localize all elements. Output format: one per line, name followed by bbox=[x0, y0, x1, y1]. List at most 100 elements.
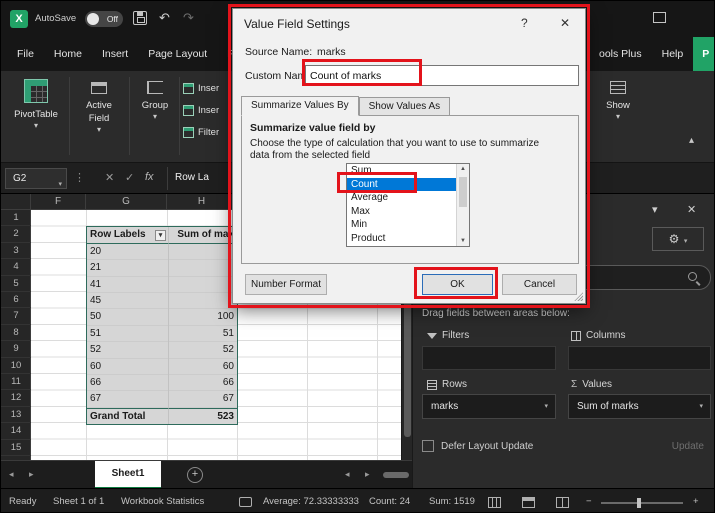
values-field-sum-of-marks[interactable]: Sum of marks ▾ bbox=[568, 394, 711, 419]
pivot-cell-value[interactable]: 51 bbox=[168, 325, 237, 343]
ribbon-tab-green[interactable]: P bbox=[693, 37, 714, 71]
row-header-3[interactable]: 3 bbox=[1, 243, 31, 260]
formula-cancel-icon[interactable]: ✕ bbox=[105, 171, 114, 184]
save-icon[interactable] bbox=[133, 11, 147, 25]
row-header-11[interactable]: 11 bbox=[1, 374, 31, 391]
row-header-1[interactable]: 1 bbox=[1, 210, 31, 227]
scrollbar-thumb[interactable] bbox=[459, 177, 467, 207]
hscroll-left-icon[interactable]: ◂ bbox=[345, 469, 350, 480]
ribbon-collapse-icon[interactable]: ▴ bbox=[689, 135, 694, 146]
pivottable-button[interactable]: PivotTable ▾ bbox=[7, 75, 65, 159]
workbook-statistics-button[interactable]: Workbook Statistics bbox=[121, 496, 204, 507]
ribbon-tab-help[interactable]: Help bbox=[652, 37, 694, 71]
pivot-cell-value[interactable] bbox=[168, 260, 237, 277]
group-button[interactable]: Group ▾ bbox=[133, 75, 177, 159]
pivot-cell-value[interactable]: 60 bbox=[168, 358, 237, 375]
pivot-cell-label[interactable]: 50 bbox=[87, 309, 168, 325]
name-box[interactable]: G2 ▾ bbox=[5, 168, 67, 189]
filters-drop-zone[interactable] bbox=[422, 346, 556, 370]
summarize-option-min[interactable]: Min bbox=[347, 218, 456, 232]
column-header-h[interactable]: H bbox=[167, 194, 237, 210]
row-header-5[interactable]: 5 bbox=[1, 276, 31, 292]
column-header-g[interactable]: G bbox=[86, 194, 167, 210]
pivot-cell-value[interactable]: 66 bbox=[168, 374, 237, 392]
formula-enter-icon[interactable]: ✓ bbox=[125, 171, 134, 184]
pivot-cell-label[interactable]: 52 bbox=[87, 342, 168, 358]
filter-dropdown-icon[interactable]: ▾ bbox=[155, 229, 166, 241]
ribbon-tab-page-layout[interactable]: Page Layout bbox=[138, 37, 217, 71]
ribbon-tab-file[interactable]: File bbox=[7, 37, 44, 71]
tab-summarize-values-by[interactable]: Summarize Values By bbox=[241, 96, 359, 116]
pivot-cell-label[interactable]: 20 bbox=[87, 244, 168, 260]
page-break-view-icon[interactable] bbox=[556, 497, 569, 508]
tools-gear-button[interactable]: ⚙ ▾ bbox=[652, 227, 704, 251]
ribbon-tab-insert[interactable]: Insert bbox=[92, 37, 138, 71]
pivot-total-label[interactable]: Grand Total bbox=[87, 407, 168, 424]
row-header-4[interactable]: 4 bbox=[1, 259, 31, 276]
hscroll-right-icon[interactable]: ▸ bbox=[365, 469, 370, 480]
summarize-option-average[interactable]: Average bbox=[347, 191, 456, 205]
summarize-option-sum[interactable]: Sum bbox=[347, 164, 456, 178]
pivot-cell-label[interactable]: 60 bbox=[87, 359, 168, 375]
summarize-option-product[interactable]: Product bbox=[347, 232, 456, 246]
pivot-cell-label[interactable]: 51 bbox=[87, 326, 168, 342]
update-button[interactable]: Update bbox=[672, 441, 704, 452]
cancel-button[interactable]: Cancel bbox=[502, 274, 577, 295]
pivot-cell-value[interactable]: 67 bbox=[168, 391, 237, 408]
row-header-12[interactable]: 12 bbox=[1, 390, 31, 407]
zoom-in-button[interactable]: + bbox=[693, 496, 699, 507]
sheet-nav-right-icon[interactable]: ▸ bbox=[29, 469, 34, 480]
columns-drop-zone[interactable] bbox=[568, 346, 711, 370]
pivot-cell-value[interactable] bbox=[168, 243, 237, 261]
zoom-slider[interactable] bbox=[601, 498, 683, 508]
resize-grip[interactable] bbox=[574, 292, 583, 301]
scroll-down-icon[interactable]: ▼ bbox=[460, 238, 466, 244]
redo-icon[interactable]: ↷ bbox=[183, 10, 194, 26]
row-header-7[interactable]: 7 bbox=[1, 308, 31, 325]
row-header-10[interactable]: 10 bbox=[1, 358, 31, 374]
zoom-out-button[interactable]: − bbox=[586, 496, 592, 507]
column-header-f[interactable]: F bbox=[31, 194, 86, 210]
ok-button[interactable]: OK bbox=[422, 274, 493, 295]
zoom-slider-thumb[interactable] bbox=[637, 498, 641, 508]
pivot-header-value-cell[interactable]: Sum of mak bbox=[168, 227, 237, 244]
window-restore-icon[interactable] bbox=[653, 12, 666, 23]
sheet-nav-left-icon[interactable]: ◂ bbox=[9, 469, 14, 480]
pane-options-chevron-icon[interactable]: ▾ bbox=[652, 203, 658, 216]
sheet-tab-sheet1[interactable]: Sheet1 bbox=[95, 461, 161, 489]
pivot-cell-value[interactable] bbox=[168, 292, 237, 310]
row-header-9[interactable]: 9 bbox=[1, 341, 31, 358]
defer-layout-checkbox[interactable] bbox=[422, 440, 434, 452]
normal-view-icon[interactable] bbox=[488, 497, 501, 508]
tab-show-values-as[interactable]: Show Values As bbox=[358, 97, 451, 116]
horizontal-scrollbar[interactable] bbox=[383, 472, 409, 478]
row-header-15[interactable]: 15 bbox=[1, 440, 31, 456]
new-sheet-button[interactable]: + bbox=[187, 467, 203, 483]
scroll-up-icon[interactable]: ▲ bbox=[460, 166, 466, 172]
rows-field-marks[interactable]: marks ▾ bbox=[422, 394, 556, 419]
pane-close-icon[interactable]: ✕ bbox=[687, 203, 696, 216]
select-all-corner[interactable] bbox=[1, 194, 31, 210]
pivot-cell-label[interactable]: 21 bbox=[87, 260, 168, 276]
active-field-button[interactable]: Active Field ▾ bbox=[73, 75, 125, 159]
pivot-cell-value[interactable] bbox=[168, 276, 237, 293]
pivot-header-label-cell[interactable]: Row Labels ▾ bbox=[87, 227, 168, 244]
ribbon-tab-ools-plus[interactable]: ools Plus bbox=[589, 37, 652, 71]
custom-name-input[interactable] bbox=[305, 65, 579, 86]
pivot-cell-value[interactable]: 100 bbox=[168, 309, 237, 326]
summarize-option-max[interactable]: Max bbox=[347, 205, 456, 219]
summarize-option-count[interactable]: Count bbox=[347, 177, 456, 191]
row-header-2[interactable]: 2 bbox=[1, 226, 31, 243]
dialog-close-icon[interactable]: ✕ bbox=[560, 16, 570, 30]
pivot-total-value[interactable]: 523 bbox=[168, 407, 237, 425]
pivot-cell-label[interactable]: 66 bbox=[87, 375, 168, 391]
pivot-cell-label[interactable]: 41 bbox=[87, 277, 168, 293]
row-header-8[interactable]: 8 bbox=[1, 325, 31, 342]
autosave-toggle[interactable]: Off bbox=[85, 11, 123, 27]
pivot-cell-label[interactable]: 45 bbox=[87, 293, 168, 309]
ribbon-tab-home[interactable]: Home bbox=[44, 37, 92, 71]
insert-function-icon[interactable]: fx bbox=[145, 171, 154, 183]
number-format-button[interactable]: Number Format bbox=[245, 274, 327, 295]
pivot-cell-value[interactable]: 52 bbox=[168, 342, 237, 359]
monitor-icon[interactable] bbox=[239, 497, 252, 507]
